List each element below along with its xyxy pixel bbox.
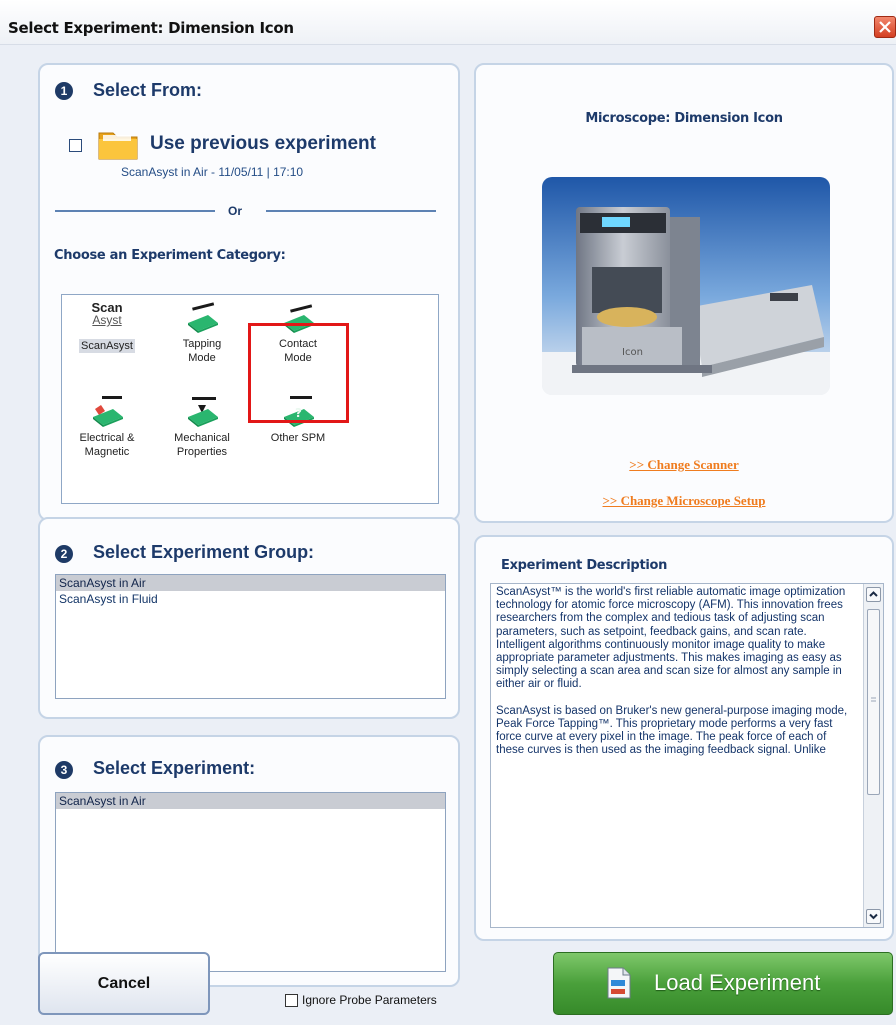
scroll-down-button[interactable]: [866, 909, 881, 924]
category-scanasyst[interactable]: Scan Asyst ScanAsyst: [62, 301, 152, 354]
list-item[interactable]: ScanAsyst in Fluid: [56, 591, 445, 607]
title-bar: Select Experiment: Dimension Icon: [0, 0, 896, 45]
description-title: Experiment Description: [501, 558, 668, 573]
category-tapping-mode[interactable]: Tapping Mode: [157, 301, 247, 365]
description-text-box: ScanAsyst™ is the world's first reliable…: [490, 583, 884, 928]
chevron-up-icon: [869, 591, 878, 597]
category-mechanical-properties[interactable]: Mechanical Properties: [157, 395, 247, 459]
experiment-title: Select Experiment:: [93, 758, 256, 778]
category-label: Mechanical: [174, 432, 230, 444]
select-from-panel: 1 Select From: Use previous experiment S…: [38, 63, 460, 521]
contact-mode-highlight: [248, 323, 349, 423]
cancel-button[interactable]: Cancel: [38, 952, 210, 1015]
category-label: Properties: [176, 446, 228, 458]
document-icon: [607, 967, 631, 999]
description-paragraph: ScanAsyst is based on Bruker's new gener…: [496, 704, 848, 757]
close-icon: [879, 21, 891, 33]
microscope-photo: Icon: [542, 177, 830, 395]
previous-experiment-text: ScanAsyst in Air - 11/05/11 | 17:10: [121, 165, 304, 179]
step-1-badge: 1: [55, 82, 73, 100]
divider-right: [266, 210, 436, 212]
load-experiment-button[interactable]: Load Experiment: [553, 952, 893, 1015]
change-scanner-link[interactable]: >> Change Scanner: [476, 457, 892, 473]
category-heading: Choose an Experiment Category:: [54, 248, 286, 263]
list-item[interactable]: ScanAsyst in Air: [56, 575, 445, 591]
category-electrical-magnetic[interactable]: Electrical & Magnetic: [62, 395, 152, 459]
load-experiment-label: Load Experiment: [654, 970, 821, 995]
experiment-group-list: ScanAsyst in Air ScanAsyst in Fluid: [55, 574, 446, 699]
scanasyst-logo-icon: Scan Asyst: [91, 300, 123, 327]
list-item[interactable]: ScanAsyst in Air: [56, 793, 445, 809]
window-title: Select Experiment: Dimension Icon: [8, 19, 294, 37]
ignore-probe-label: Ignore Probe Parameters: [302, 993, 437, 1007]
change-microscope-setup-link[interactable]: >> Change Microscope Setup: [476, 493, 892, 509]
category-label: Other SPM: [270, 432, 326, 444]
mechanical-properties-icon: [188, 397, 218, 427]
microscope-panel: Microscope: Dimension Icon Icon >> Chang…: [474, 63, 894, 523]
microscope-title: Microscope: Dimension Icon: [585, 111, 783, 126]
use-previous-label[interactable]: Use previous experiment: [150, 133, 376, 155]
chevron-down-icon: [869, 913, 878, 920]
dialog-body: 1 Select From: Use previous experiment S…: [0, 45, 896, 1025]
category-label: Electrical &: [79, 432, 135, 444]
scroll-thumb[interactable]: [867, 609, 880, 795]
svg-text:Icon: Icon: [622, 347, 643, 358]
ignore-probe-checkbox[interactable]: [285, 994, 298, 1007]
category-label: Tapping: [182, 338, 222, 350]
category-label: Magnetic: [84, 446, 130, 458]
divider-left: [55, 210, 215, 212]
folder-icon: [98, 132, 138, 160]
description-text: ScanAsyst™ is the world's first reliable…: [496, 586, 853, 770]
step-3-badge: 3: [55, 761, 73, 779]
description-scrollbar[interactable]: [863, 584, 883, 927]
experiment-list: ScanAsyst in Air: [55, 792, 446, 972]
category-label: Mode: [188, 352, 216, 364]
or-text: Or: [228, 204, 243, 218]
close-button[interactable]: [874, 16, 896, 38]
category-label: ScanAsyst: [79, 339, 135, 353]
experiment-panel: 3 Select Experiment: ScanAsyst in Air: [38, 735, 460, 987]
tapping-mode-icon: [188, 302, 218, 333]
step-2-badge: 2: [55, 545, 73, 563]
select-from-title: Select From:: [93, 80, 203, 100]
description-panel: Experiment Description ScanAsyst™ is the…: [474, 535, 894, 941]
electrical-magnetic-icon: [93, 396, 123, 427]
experiment-group-title: Select Experiment Group:: [93, 542, 315, 562]
scroll-up-button[interactable]: [866, 587, 881, 602]
use-previous-checkbox[interactable]: [69, 139, 82, 152]
description-paragraph: ScanAsyst™ is the world's first reliable…: [496, 586, 846, 691]
experiment-group-panel: 2 Select Experiment Group: ScanAsyst in …: [38, 517, 460, 719]
